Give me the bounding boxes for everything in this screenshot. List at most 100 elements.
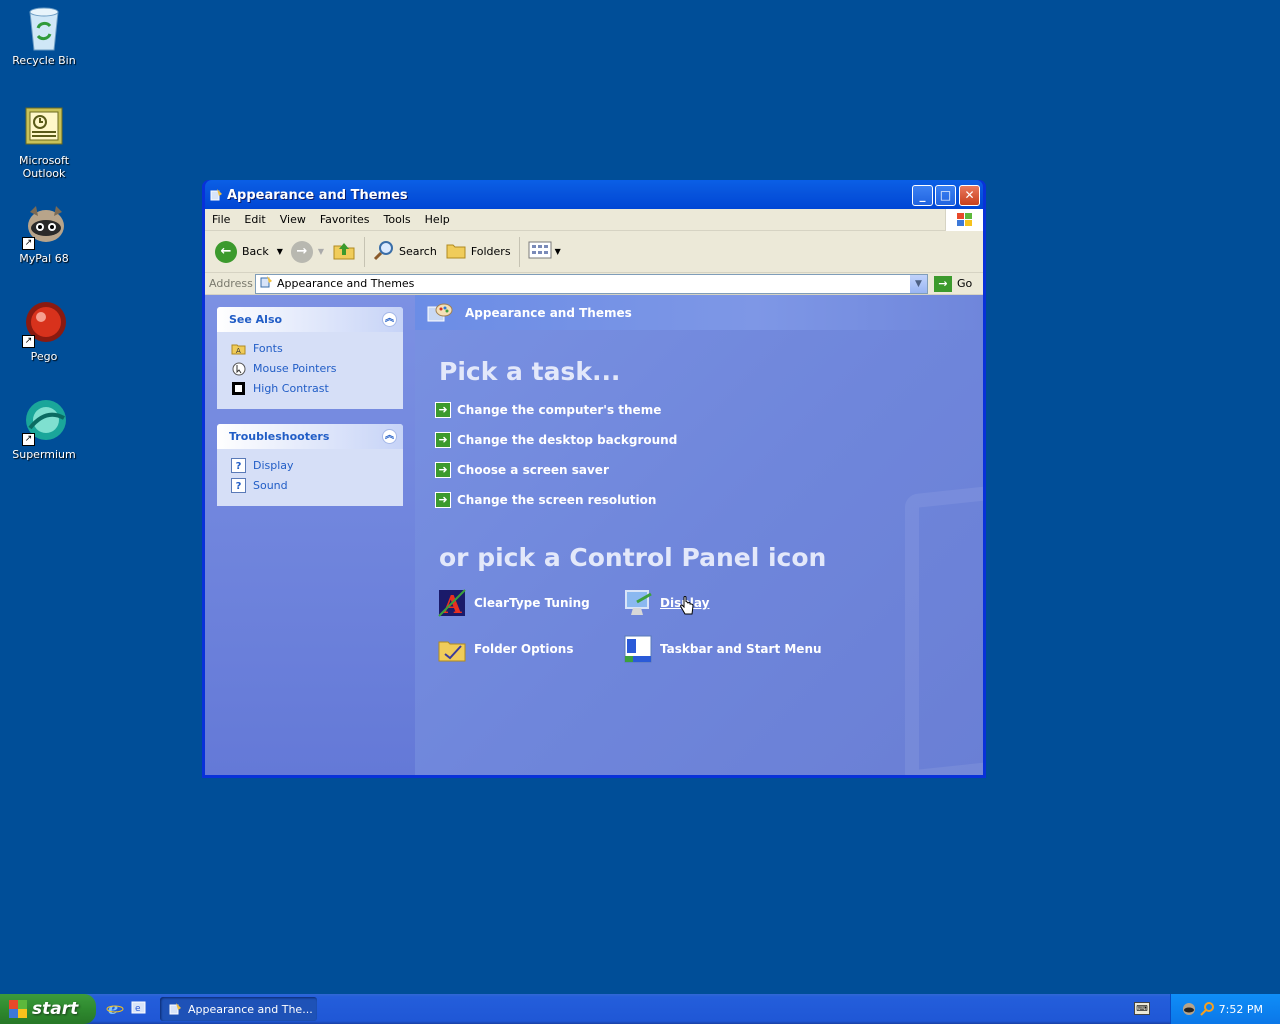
main-header: Appearance and Themes — [415, 295, 983, 330]
appearance-themes-icon — [425, 299, 453, 327]
see-also-mouse-pointers-link[interactable]: Mouse Pointers — [217, 358, 403, 378]
keyboard-language-icon[interactable]: ⌨ — [1134, 1002, 1150, 1015]
see-also-high-contrast-link[interactable]: High Contrast — [217, 378, 403, 398]
views-button[interactable]: ▼ — [524, 236, 565, 268]
forward-button[interactable]: → ▼ — [287, 236, 328, 268]
search-button[interactable]: Search — [369, 236, 441, 268]
task-screen-saver-link[interactable]: ➜ Choose a screen saver — [435, 462, 609, 478]
address-bar: Address Appearance and Themes ▼ → Go — [205, 273, 983, 295]
go-button[interactable]: → Go — [928, 274, 976, 294]
see-also-header[interactable]: See Also ︽ — [217, 307, 403, 332]
desktop-icon-label: Pego — [30, 350, 58, 363]
menu-view[interactable]: View — [273, 213, 313, 226]
folders-button[interactable]: Folders — [441, 236, 515, 268]
close-button[interactable]: ✕ — [959, 185, 980, 206]
mouse-pointer-icon — [231, 361, 246, 376]
folder-options-icon — [437, 634, 467, 664]
go-arrow-icon: → — [934, 275, 952, 292]
troubleshooter-sound-link[interactable]: ? Sound — [217, 475, 403, 495]
cp-icon-label: Taskbar and Start Menu — [660, 642, 822, 656]
forward-arrow-icon: → — [290, 240, 313, 263]
desktop-icon-mypal[interactable]: ↗ MyPal 68 — [0, 202, 88, 265]
shortcut-arrow-icon: ↗ — [22, 335, 35, 348]
task-arrow-icon: ➜ — [435, 462, 451, 478]
see-also-panel: See Also ︽ A Fonts Mouse Pointers High C… — [217, 307, 403, 409]
clock[interactable]: 7:52 PM — [1219, 1003, 1263, 1016]
start-button[interactable]: start — [0, 994, 96, 1024]
tray-search-icon[interactable] — [1199, 1001, 1215, 1017]
desktop-icon-label: MyPal 68 — [19, 252, 69, 265]
troubleshooters-panel: Troubleshooters ︽ ? Display ? Sound — [217, 424, 403, 506]
task-change-background-link[interactable]: ➜ Change the desktop background — [435, 432, 677, 448]
task-label: Change the computer's theme — [457, 403, 662, 417]
task-label: Choose a screen saver — [457, 463, 609, 477]
troubleshooter-item-label: Sound — [253, 478, 288, 492]
taskbar: start e e Appearance and The... ⌨ 7:52 P… — [0, 994, 1280, 1024]
troubleshooter-display-link[interactable]: ? Display — [217, 455, 403, 475]
maximize-button[interactable]: □ — [935, 185, 956, 206]
folders-label: Folders — [470, 245, 511, 258]
see-also-item-label: High Contrast — [253, 381, 329, 395]
menu-file[interactable]: File — [205, 213, 237, 226]
watermark-checkmark-icon — [905, 475, 983, 775]
back-label: Back — [242, 245, 269, 258]
address-dropdown-icon[interactable]: ▼ — [910, 274, 927, 293]
desktop-icon-recycle-bin[interactable]: Recycle Bin — [0, 4, 88, 67]
cleartype-tuning-link[interactable]: A ClearType Tuning — [437, 588, 590, 619]
collapse-chevron-icon[interactable]: ︽ — [382, 429, 397, 444]
menu-edit[interactable]: Edit — [237, 213, 272, 226]
task-arrow-icon: ➜ — [435, 492, 451, 508]
shortcut-arrow-icon: ↗ — [22, 237, 35, 250]
help-icon: ? — [231, 457, 246, 473]
taskbar-window-button[interactable]: Appearance and The... — [160, 997, 317, 1021]
menu-favorites[interactable]: Favorites — [313, 213, 377, 226]
desktop-icon-supermium[interactable]: ↗ Supermium — [0, 398, 88, 461]
system-tray: 7:52 PM — [1170, 994, 1280, 1024]
address-field[interactable]: Appearance and Themes ▼ — [255, 273, 928, 294]
mouse-hand-cursor-icon — [679, 596, 695, 619]
main-pane: Appearance and Themes Pick a task... ➜ C… — [415, 295, 983, 775]
pego-icon: ↗ — [20, 300, 68, 348]
cp-icon-label: ClearType Tuning — [474, 596, 590, 610]
desktop-icon-pego[interactable]: ↗ Pego — [0, 300, 88, 363]
folder-options-link[interactable]: Folder Options — [437, 634, 573, 664]
collapse-chevron-icon[interactable]: ︽ — [382, 312, 397, 327]
internet-explorer-icon[interactable]: e — [106, 999, 124, 1018]
views-grid-icon — [528, 240, 552, 263]
see-also-fonts-link[interactable]: A Fonts — [217, 338, 403, 358]
main-header-title: Appearance and Themes — [465, 306, 632, 320]
outlook-icon — [20, 104, 68, 152]
cp-icon-label: Folder Options — [474, 642, 574, 656]
search-icon — [373, 239, 395, 264]
minimize-button[interactable]: _ — [912, 185, 933, 206]
quick-launch: e e — [106, 999, 148, 1018]
forward-dropdown-icon: ▼ — [317, 247, 325, 256]
troubleshooters-header[interactable]: Troubleshooters ︽ — [217, 424, 403, 449]
folders-icon — [445, 239, 467, 264]
start-label: start — [32, 999, 79, 1019]
back-dropdown-icon[interactable]: ▼ — [277, 247, 283, 256]
back-arrow-icon: ← — [215, 240, 237, 263]
window-title: Appearance and Themes — [227, 188, 408, 203]
supermium-icon: ↗ — [20, 398, 68, 446]
desktop-icon-label: Microsoft Outlook — [18, 154, 70, 180]
menu-help[interactable]: Help — [418, 213, 457, 226]
up-folder-button[interactable] — [328, 236, 360, 268]
cleartype-icon: A — [437, 588, 467, 619]
go-label: Go — [957, 277, 973, 290]
see-also-item-label: Fonts — [253, 341, 283, 355]
desktop-icon-microsoft-outlook[interactable]: Microsoft Outlook — [0, 104, 88, 180]
svg-text:e: e — [108, 999, 118, 1017]
display-link[interactable]: Display — [623, 588, 709, 618]
back-button[interactable]: ← Back ▼ — [211, 236, 287, 268]
taskbar-start-menu-link[interactable]: Taskbar and Start Menu — [623, 634, 822, 664]
address-label: Address — [209, 277, 253, 290]
mypal-raccoon-icon: ↗ — [20, 202, 68, 250]
menu-tools[interactable]: Tools — [377, 213, 418, 226]
task-change-theme-link[interactable]: ➜ Change the computer's theme — [435, 402, 661, 418]
see-also-title: See Also — [229, 313, 283, 326]
task-screen-resolution-link[interactable]: ➜ Change the screen resolution — [435, 492, 656, 508]
title-bar[interactable]: Appearance and Themes _ □ ✕ — [205, 180, 983, 209]
show-desktop-icon[interactable]: e — [130, 999, 148, 1017]
tray-raccoon-icon[interactable] — [1181, 1001, 1197, 1017]
